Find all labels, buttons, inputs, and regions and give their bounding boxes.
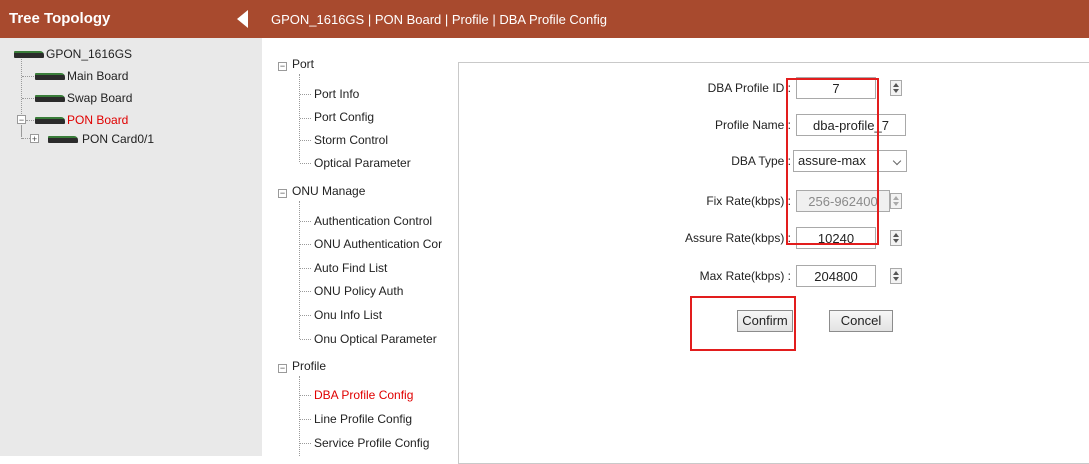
fix-rate-spinner-icon bbox=[890, 193, 902, 209]
menu-connector bbox=[299, 376, 300, 456]
tree-connector bbox=[21, 125, 22, 139]
board-icon bbox=[35, 95, 65, 103]
tree-node-main-board[interactable]: Main Board bbox=[35, 66, 128, 86]
tree-body: GPON_1616GS Main Board Swap Board − PON … bbox=[0, 38, 263, 456]
max-rate-label: Max Rate(kbps) : bbox=[699, 269, 791, 283]
collapse-left-icon[interactable] bbox=[237, 10, 248, 28]
cancel-button[interactable]: Concel bbox=[829, 310, 893, 332]
menu-connector bbox=[300, 140, 311, 141]
tree-node-label: PON Card0/1 bbox=[82, 132, 155, 146]
menu-group-profile[interactable]: − Profile bbox=[278, 356, 326, 376]
menu-item-onu-policy-auth[interactable]: ONU Policy Auth bbox=[314, 281, 403, 301]
tree-panel-header: Tree Topology bbox=[0, 0, 262, 38]
tree-panel: Tree Topology GPON_1616GS Main Board Swa… bbox=[0, 0, 263, 456]
collapse-node-icon[interactable]: − bbox=[17, 115, 26, 125]
menu-connector bbox=[300, 443, 311, 444]
tree-node-pon-board[interactable]: PON Board bbox=[35, 110, 128, 130]
profile-id-spinner-icon[interactable] bbox=[890, 80, 902, 96]
assure-rate-input[interactable] bbox=[796, 227, 876, 249]
expand-node-icon[interactable]: + bbox=[30, 134, 39, 144]
dba-type-select[interactable]: assure-max bbox=[793, 150, 907, 172]
tree-panel-title: Tree Topology bbox=[9, 10, 111, 27]
collapse-group-icon[interactable]: − bbox=[278, 62, 287, 71]
fix-rate-input bbox=[796, 190, 890, 212]
fix-rate-label: Fix Rate(kbps) : bbox=[706, 194, 791, 208]
tree-node-label: Main Board bbox=[67, 69, 129, 83]
tree-connector bbox=[22, 76, 34, 77]
menu-item-port-info[interactable]: Port Info bbox=[314, 84, 359, 104]
menu-item-onu-authentication[interactable]: ONU Authentication Cor bbox=[314, 234, 442, 254]
tree-connector bbox=[22, 98, 34, 99]
menu-connector bbox=[300, 395, 311, 396]
max-rate-input[interactable] bbox=[796, 265, 876, 287]
menu-connector bbox=[300, 244, 311, 245]
tree-connector bbox=[22, 138, 30, 139]
tree-node-label: Swap Board bbox=[67, 91, 133, 105]
menu-item-auto-find-list[interactable]: Auto Find List bbox=[314, 258, 387, 278]
menu-group-label: Port bbox=[292, 57, 315, 71]
menu-connector bbox=[300, 419, 311, 420]
menu-connector bbox=[300, 339, 311, 340]
tree-node-label: GPON_1616GS bbox=[46, 47, 133, 61]
menu-group-port[interactable]: − Port bbox=[278, 54, 314, 74]
menu-connector bbox=[300, 163, 311, 164]
profile-name-input[interactable] bbox=[796, 114, 906, 136]
function-menu: − Port Port Info Port Config Storm Contro… bbox=[262, 38, 456, 456]
menu-item-service-profile-config[interactable]: Service Profile Config bbox=[314, 433, 429, 453]
card-icon bbox=[48, 136, 78, 144]
tree-node-swap-board[interactable]: Swap Board bbox=[35, 88, 132, 108]
menu-connector bbox=[300, 221, 311, 222]
tree-node-gpon[interactable]: GPON_1616GS bbox=[14, 44, 132, 64]
menu-item-authentication-control[interactable]: Authentication Control bbox=[314, 211, 432, 231]
breadcrumb-text: GPON_1616GS | PON Board | Profile | DBA … bbox=[271, 12, 608, 27]
menu-connector bbox=[300, 268, 311, 269]
dba-type-label: DBA Type : bbox=[731, 154, 791, 168]
profile-id-label: DBA Profile ID : bbox=[707, 81, 791, 95]
profile-name-label: Profile Name : bbox=[714, 118, 791, 132]
menu-group-onu-manage[interactable]: − ONU Manage bbox=[278, 181, 365, 201]
olt-device-icon bbox=[14, 51, 44, 59]
collapse-group-icon[interactable]: − bbox=[278, 364, 287, 373]
board-icon bbox=[35, 117, 65, 125]
breadcrumb: GPON_1616GS | PON Board | Profile | DBA … bbox=[262, 0, 1089, 38]
menu-item-optical-parameter[interactable]: Optical Parameter bbox=[314, 153, 411, 173]
menu-item-storm-control[interactable]: Storm Control bbox=[314, 130, 388, 150]
tree-node-pon-card[interactable]: PON Card0/1 bbox=[48, 129, 154, 149]
menu-group-label: Profile bbox=[292, 359, 327, 373]
assure-rate-spinner-icon[interactable] bbox=[890, 230, 902, 246]
menu-item-port-config[interactable]: Port Config bbox=[314, 107, 374, 127]
collapse-group-icon[interactable]: − bbox=[278, 189, 287, 198]
menu-group-label: ONU Manage bbox=[292, 184, 366, 198]
menu-connector bbox=[300, 291, 311, 292]
assure-rate-label: Assure Rate(kbps) : bbox=[684, 231, 791, 245]
max-rate-spinner-icon[interactable] bbox=[890, 268, 902, 284]
tree-connector bbox=[26, 120, 34, 121]
board-icon bbox=[35, 73, 65, 81]
menu-item-dba-profile-config[interactable]: DBA Profile Config bbox=[314, 385, 413, 405]
menu-connector bbox=[300, 315, 311, 316]
confirm-button[interactable]: Confirm bbox=[737, 310, 793, 332]
menu-item-line-profile-config[interactable]: Line Profile Config bbox=[314, 409, 412, 429]
dba-type-value: assure-max bbox=[798, 153, 866, 168]
menu-connector bbox=[300, 94, 311, 95]
menu-connector bbox=[300, 118, 311, 119]
menu-item-onu-optical-parameter[interactable]: Onu Optical Parameter bbox=[314, 329, 437, 349]
tree-node-label: PON Board bbox=[67, 113, 129, 127]
menu-item-onu-info-list[interactable]: Onu Info List bbox=[314, 305, 382, 325]
chevron-down-icon bbox=[892, 156, 902, 166]
profile-id-input[interactable] bbox=[796, 77, 876, 99]
